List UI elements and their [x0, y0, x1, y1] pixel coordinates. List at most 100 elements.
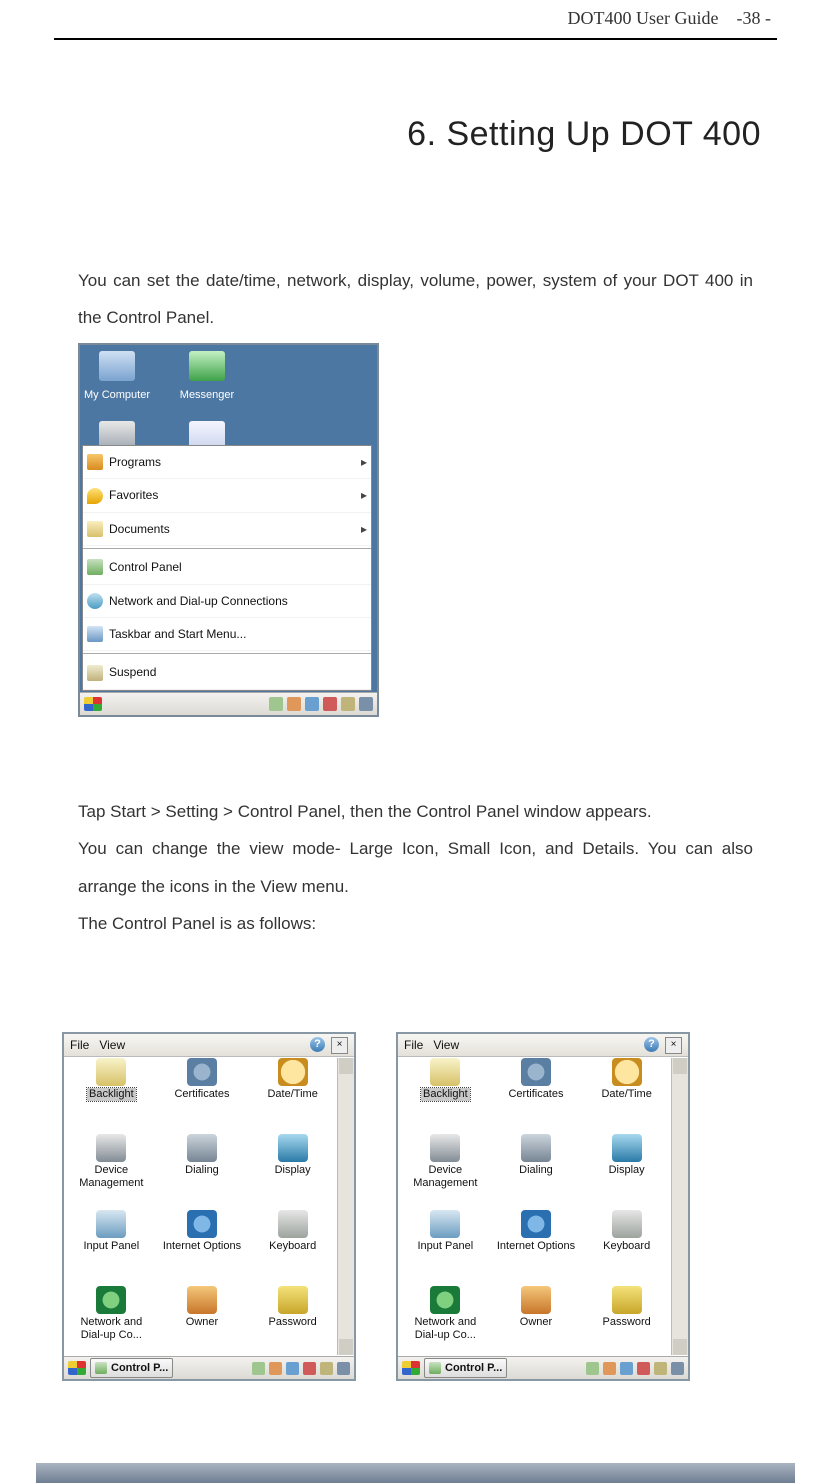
start-menu-taskbar[interactable]: Taskbar and Start Menu...: [83, 618, 371, 651]
cp-item-backlight[interactable]: Backlight: [68, 1058, 155, 1134]
taskbar: Control P...: [398, 1356, 688, 1379]
clock-icon: [278, 1058, 308, 1086]
cp-item-datetime[interactable]: Date/Time: [249, 1058, 336, 1134]
menubar: File View ? ×: [398, 1034, 688, 1057]
internet-options-icon: [187, 1210, 217, 1238]
cp-item-dialing[interactable]: Dialing: [159, 1134, 246, 1210]
cp-item-keyboard[interactable]: Keyboard: [583, 1210, 670, 1286]
cp-item-certificates[interactable]: Certificates: [159, 1058, 246, 1134]
network-connections-icon: [430, 1286, 460, 1314]
tray-icon[interactable]: [286, 1362, 299, 1375]
scrollbar[interactable]: [671, 1058, 688, 1355]
tray-icon[interactable]: [341, 697, 355, 711]
control-panel-screenshots: File View ? × Backlight Certificates Dat…: [62, 1032, 769, 1381]
start-menu-label: Documents: [109, 516, 170, 542]
close-icon[interactable]: ×: [665, 1037, 682, 1054]
sip-icon[interactable]: [337, 1362, 350, 1375]
display-icon: [612, 1134, 642, 1162]
cp-item-input-panel[interactable]: Input Panel: [68, 1210, 155, 1286]
menu-file[interactable]: File: [70, 1038, 89, 1052]
menu-separator: [83, 653, 371, 654]
tray-icon[interactable]: [269, 697, 283, 711]
cp-item-internet-options[interactable]: Internet Options: [159, 1210, 246, 1286]
close-icon[interactable]: ×: [331, 1037, 348, 1054]
cp-item-input-panel[interactable]: Input Panel: [402, 1210, 489, 1286]
backlight-icon: [96, 1058, 126, 1086]
tray-icon[interactable]: [586, 1362, 599, 1375]
start-menu-favorites[interactable]: Favorites ▸: [83, 479, 371, 512]
menu-separator: [83, 548, 371, 549]
internet-options-icon: [521, 1210, 551, 1238]
cp-item-internet-options[interactable]: Internet Options: [493, 1210, 580, 1286]
keyboard-icon: [278, 1210, 308, 1238]
tray-icon[interactable]: [323, 697, 337, 711]
tray-icon[interactable]: [252, 1362, 265, 1375]
chevron-right-icon: ▸: [361, 482, 367, 508]
cp-item-dialing[interactable]: Dialing: [493, 1134, 580, 1210]
start-button-icon[interactable]: [68, 1361, 86, 1375]
screenshot-control-panel-1: File View ? × Backlight Certificates Dat…: [62, 1032, 356, 1381]
cp-item-network[interactable]: Network and Dial-up Co...: [402, 1286, 489, 1362]
taskbar: Control P...: [64, 1356, 354, 1379]
cp-item-device-management[interactable]: Device Management: [402, 1134, 489, 1210]
cp-item-certificates[interactable]: Certificates: [493, 1058, 580, 1134]
start-menu-suspend[interactable]: Suspend: [83, 656, 371, 689]
cp-item-password[interactable]: Password: [583, 1286, 670, 1362]
chapter-title: 6. Setting Up DOT 400: [407, 115, 761, 154]
start-menu-label: Suspend: [109, 659, 156, 685]
cp-item-keyboard[interactable]: Keyboard: [249, 1210, 336, 1286]
control-panel-grid: Backlight Certificates Date/Time Device …: [68, 1058, 336, 1355]
start-menu-control-panel[interactable]: Control Panel: [83, 551, 371, 584]
start-menu-network[interactable]: Network and Dial-up Connections: [83, 585, 371, 618]
help-icon[interactable]: ?: [644, 1037, 659, 1052]
cp-item-network[interactable]: Network and Dial-up Co...: [68, 1286, 155, 1362]
desktop-icon-my-computer[interactable]: My Computer: [82, 351, 152, 407]
cp-item-display[interactable]: Display: [249, 1134, 336, 1210]
tray-icon[interactable]: [654, 1362, 667, 1375]
certificates-icon: [521, 1058, 551, 1086]
tray-icon[interactable]: [303, 1362, 316, 1375]
cp-item-device-management[interactable]: Device Management: [68, 1134, 155, 1210]
menu-view[interactable]: View: [99, 1038, 125, 1052]
cp-item-display[interactable]: Display: [583, 1134, 670, 1210]
tray-icon[interactable]: [287, 697, 301, 711]
tray-icon[interactable]: [320, 1362, 333, 1375]
tray-icon[interactable]: [269, 1362, 282, 1375]
scrollbar[interactable]: [337, 1058, 354, 1355]
desktop-icon-messenger[interactable]: Messenger: [172, 351, 242, 407]
start-button-icon[interactable]: [402, 1361, 420, 1375]
start-menu-programs[interactable]: Programs ▸: [83, 446, 371, 479]
cp-item-datetime[interactable]: Date/Time: [583, 1058, 670, 1134]
menubar: File View ? ×: [64, 1034, 354, 1057]
taskbar-button-control-panel[interactable]: Control P...: [424, 1358, 507, 1378]
computer-icon: [99, 351, 135, 381]
doc-title: DOT400 User Guide: [568, 8, 719, 28]
dialing-icon: [187, 1134, 217, 1162]
help-icon[interactable]: ?: [310, 1037, 325, 1052]
control-panel-grid: Backlight Certificates Date/Time Device …: [402, 1058, 670, 1355]
start-menu-documents[interactable]: Documents ▸: [83, 513, 371, 546]
tray-icon[interactable]: [620, 1362, 633, 1375]
owner-icon: [187, 1286, 217, 1314]
clock-icon: [612, 1058, 642, 1086]
system-tray: [252, 1362, 350, 1375]
start-button-icon[interactable]: [84, 697, 102, 711]
cp-item-owner[interactable]: Owner: [493, 1286, 580, 1362]
page: DOT400 User Guide -38 - 6. Setting Up DO…: [0, 0, 831, 1483]
messenger-icon: [189, 351, 225, 381]
taskbar-button-control-panel[interactable]: Control P...: [90, 1358, 173, 1378]
tray-icon[interactable]: [305, 697, 319, 711]
cp-item-password[interactable]: Password: [249, 1286, 336, 1362]
menu-view[interactable]: View: [433, 1038, 459, 1052]
sip-icon[interactable]: [671, 1362, 684, 1375]
certificates-icon: [187, 1058, 217, 1086]
device-mgmt-icon: [96, 1134, 126, 1162]
tray-icon[interactable]: [603, 1362, 616, 1375]
cp-item-backlight[interactable]: Backlight: [402, 1058, 489, 1134]
menu-file[interactable]: File: [404, 1038, 423, 1052]
tray-icon[interactable]: [637, 1362, 650, 1375]
sip-icon[interactable]: [359, 697, 373, 711]
dialing-icon: [521, 1134, 551, 1162]
start-menu-label: Programs: [109, 449, 161, 475]
cp-item-owner[interactable]: Owner: [159, 1286, 246, 1362]
